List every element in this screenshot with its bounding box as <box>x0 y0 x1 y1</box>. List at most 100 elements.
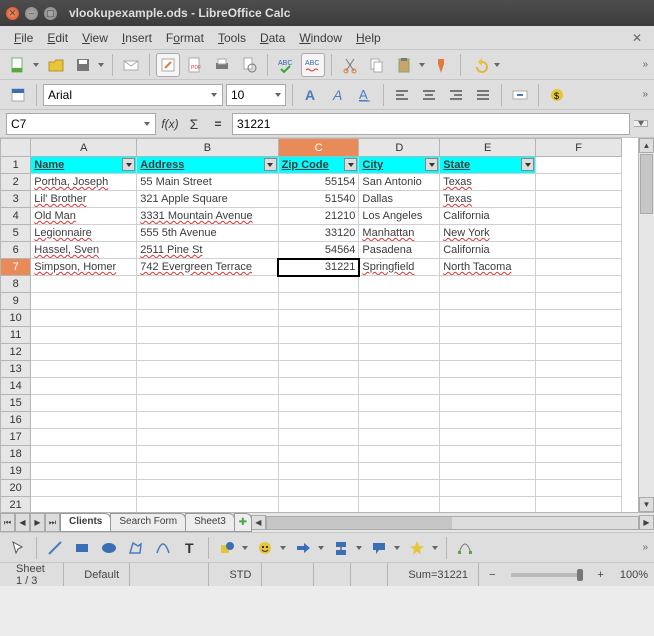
menu-data[interactable]: Data <box>254 29 291 47</box>
cut-button[interactable] <box>338 53 362 77</box>
row-header[interactable]: 8 <box>1 276 31 293</box>
menu-window[interactable]: Window <box>293 29 348 47</box>
cell[interactable]: 55154 <box>278 174 359 191</box>
underline-button[interactable]: A <box>353 83 377 107</box>
row-header-1[interactable]: 1 <box>1 157 31 174</box>
cell[interactable]: Simpson, Homer <box>31 259 137 276</box>
cell[interactable]: California <box>440 242 536 259</box>
cell[interactable]: California <box>440 208 536 225</box>
cell[interactable]: Los Angeles <box>359 208 440 225</box>
row-header[interactable]: 20 <box>1 480 31 497</box>
column-header-B[interactable]: B <box>137 139 278 157</box>
cell[interactable] <box>278 327 359 344</box>
cell[interactable] <box>31 327 137 344</box>
cell[interactable] <box>536 344 622 361</box>
sheet-tab-sheet3[interactable]: Sheet3 <box>185 513 235 532</box>
cell[interactable] <box>440 276 536 293</box>
cell[interactable] <box>359 344 440 361</box>
cell[interactable] <box>359 276 440 293</box>
cell[interactable] <box>31 395 137 412</box>
cell[interactable]: 321 Apple Square <box>137 191 278 208</box>
cell[interactable] <box>359 395 440 412</box>
row-header[interactable]: 13 <box>1 361 31 378</box>
scroll-right-button[interactable]: ▶ <box>639 515 654 530</box>
menu-edit[interactable]: Edit <box>41 29 74 47</box>
formula-expand-button[interactable] <box>634 120 648 127</box>
row-header[interactable]: 12 <box>1 344 31 361</box>
header-address[interactable]: Address <box>137 157 278 174</box>
curve-tool-button[interactable] <box>151 536 175 560</box>
cell[interactable] <box>278 446 359 463</box>
cell[interactable]: 2511 Pine St <box>137 242 278 259</box>
row-header[interactable]: 10 <box>1 310 31 327</box>
align-justify-button[interactable] <box>471 83 495 107</box>
autofilter-icon[interactable] <box>425 158 438 171</box>
currency-button[interactable]: $ <box>545 83 569 107</box>
cell[interactable] <box>31 429 137 446</box>
undo-menu[interactable] <box>494 63 502 67</box>
cell[interactable] <box>137 480 278 497</box>
window-minimize-button[interactable]: – <box>25 7 38 20</box>
copy-button[interactable] <box>365 53 389 77</box>
tab-next-button[interactable]: ▶ <box>30 513 45 532</box>
function-wizard-button[interactable]: f(x) <box>160 117 180 131</box>
window-maximize-button[interactable]: ▢ <box>44 7 57 20</box>
row-header[interactable]: 11 <box>1 327 31 344</box>
cell[interactable] <box>31 463 137 480</box>
toolbar-overflow-button[interactable]: » <box>642 542 648 553</box>
cell[interactable]: 742 Evergreen Terrace <box>137 259 278 276</box>
save-button[interactable] <box>71 53 95 77</box>
select-tool-button[interactable] <box>6 536 30 560</box>
flowchart-button[interactable] <box>329 536 353 560</box>
sheet-tab-search-form[interactable]: Search Form <box>110 513 186 532</box>
save-menu[interactable] <box>98 63 106 67</box>
new-document-button[interactable] <box>6 53 30 77</box>
cell[interactable] <box>137 378 278 395</box>
menu-help[interactable]: Help <box>350 29 387 47</box>
zoom-slider[interactable] <box>511 573 581 577</box>
cell[interactable] <box>536 276 622 293</box>
row-header[interactable]: 15 <box>1 395 31 412</box>
row-header[interactable]: 14 <box>1 378 31 395</box>
column-header-E[interactable]: E <box>440 139 536 157</box>
tab-first-button[interactable]: ⏮ <box>0 513 15 532</box>
tab-prev-button[interactable]: ◀ <box>15 513 30 532</box>
cell[interactable] <box>359 429 440 446</box>
cell[interactable] <box>536 225 622 242</box>
basic-shapes-button[interactable] <box>215 536 239 560</box>
column-header-A[interactable]: A <box>31 139 137 157</box>
cell[interactable] <box>278 293 359 310</box>
status-sum[interactable]: Sum=31221 <box>398 563 479 586</box>
menu-file[interactable]: File <box>8 29 39 47</box>
status-sheet-indicator[interactable]: Sheet 1 / 3 <box>6 563 64 586</box>
cell[interactable] <box>536 412 622 429</box>
align-left-button[interactable] <box>390 83 414 107</box>
autofilter-icon[interactable] <box>264 158 277 171</box>
cell[interactable] <box>536 208 622 225</box>
tab-last-button[interactable]: ⏭ <box>45 513 60 532</box>
scroll-down-button[interactable]: ▼ <box>639 497 654 512</box>
row-header-3[interactable]: 3 <box>1 191 31 208</box>
rectangle-tool-button[interactable] <box>70 536 94 560</box>
column-header-D[interactable]: D <box>359 139 440 157</box>
cell[interactable] <box>31 497 137 513</box>
cell-reference-input[interactable] <box>11 117 140 131</box>
new-document-menu[interactable] <box>33 63 41 67</box>
menu-tools[interactable]: Tools <box>212 29 252 47</box>
cell[interactable]: 555 5th Avenue <box>137 225 278 242</box>
cell[interactable] <box>440 310 536 327</box>
cell[interactable] <box>440 395 536 412</box>
cell[interactable]: 55 Main Street <box>137 174 278 191</box>
cell[interactable] <box>536 259 622 276</box>
cell-grid[interactable]: A B C D E F 1 Name Address Zip Code City… <box>0 138 622 512</box>
spellcheck-button[interactable]: ABC <box>274 53 298 77</box>
cell[interactable] <box>31 412 137 429</box>
function-equals-button[interactable]: = <box>208 117 228 131</box>
cell[interactable]: 3331 Mountain Avenue <box>137 208 278 225</box>
cell[interactable] <box>440 446 536 463</box>
active-cell[interactable]: 31221 <box>278 259 359 276</box>
cell[interactable] <box>278 480 359 497</box>
cell[interactable] <box>31 310 137 327</box>
cell[interactable] <box>31 446 137 463</box>
cell[interactable] <box>359 412 440 429</box>
